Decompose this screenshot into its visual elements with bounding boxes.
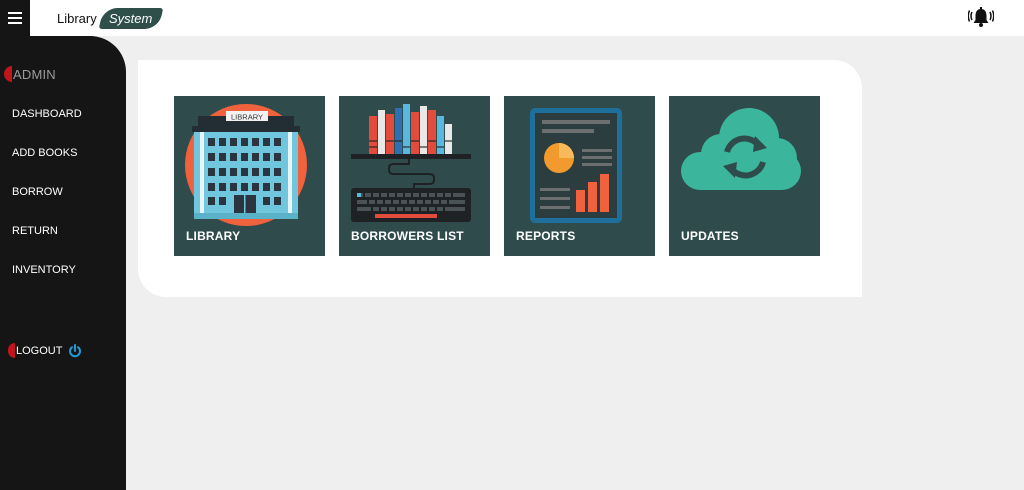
building-sign: LIBRARY — [231, 113, 263, 122]
tile-updates[interactable]: UPDATES — [669, 96, 820, 256]
sidebar-item-add-books[interactable]: ADD BOOKS — [12, 147, 77, 159]
user-role: ADMIN — [4, 66, 56, 82]
sidebar: ADMIN DASHBOARD ADD BOOKS BORROW RETURN … — [0, 36, 126, 490]
user-role-label: ADMIN — [13, 66, 56, 82]
top-bar: Library System — [0, 0, 1024, 36]
tile-borrowers-list-label: BORROWERS LIST — [351, 229, 464, 243]
tile-reports-label: REPORTS — [516, 229, 576, 243]
hamburger-icon — [8, 17, 22, 19]
logout-button[interactable]: LOGOUT — [8, 343, 82, 358]
tile-updates-label: UPDATES — [681, 229, 739, 243]
sidebar-item-inventory[interactable]: INVENTORY — [12, 264, 76, 276]
dashboard-panel: LIBRARY LIBRARY BORROWERS LIST REPORTS U… — [138, 60, 862, 297]
sidebar-item-borrow[interactable]: BORROW — [12, 186, 63, 198]
tile-library[interactable]: LIBRARY LIBRARY — [174, 96, 325, 256]
tile-borrowers-list[interactable]: BORROWERS LIST — [339, 96, 490, 256]
power-icon — [69, 343, 82, 357]
tile-library-label: LIBRARY — [186, 229, 241, 243]
logout-label: LOGOUT — [16, 344, 63, 357]
brand-secondary: System — [108, 10, 153, 26]
sidebar-item-return[interactable]: RETURN — [12, 225, 58, 237]
brand-secondary-badge: System — [98, 7, 164, 29]
tile-reports[interactable]: REPORTS — [504, 96, 655, 256]
sidebar-item-dashboard[interactable]: DASHBOARD — [12, 108, 82, 120]
logout-marker — [8, 343, 15, 358]
alarm-bell-icon[interactable] — [968, 6, 994, 30]
hamburger-icon — [8, 12, 22, 14]
hamburger-icon — [8, 22, 22, 24]
app-brand[interactable]: Library System — [57, 6, 164, 30]
brand-primary: Library — [57, 10, 97, 26]
hamburger-menu-button[interactable] — [0, 0, 30, 36]
role-marker — [4, 66, 12, 82]
